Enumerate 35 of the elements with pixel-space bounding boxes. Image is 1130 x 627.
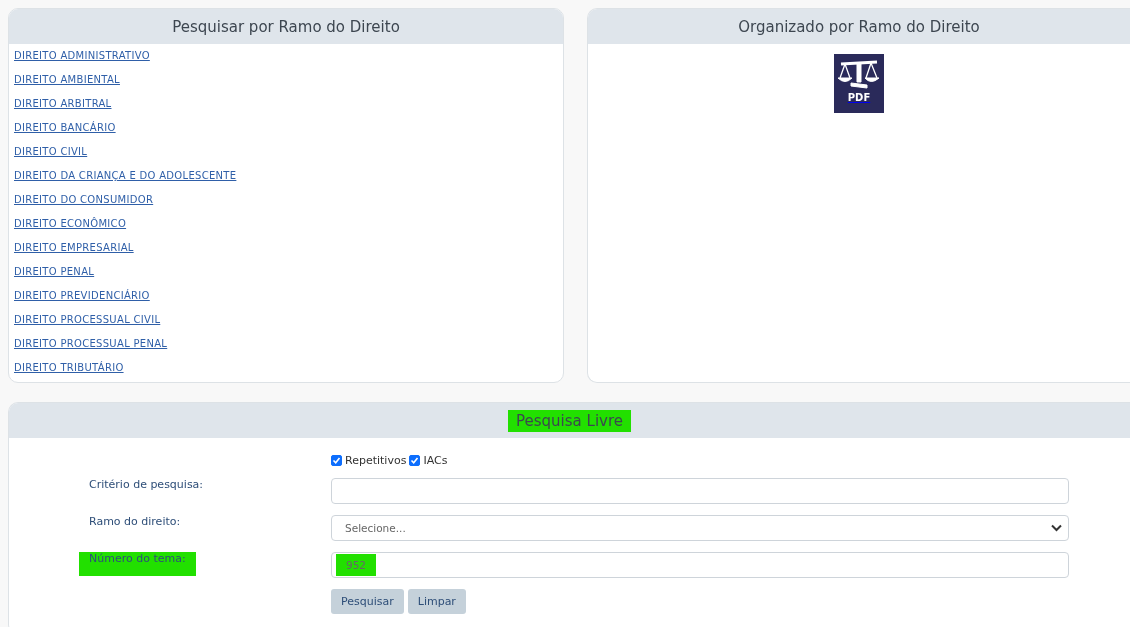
field-label: Número do tema:: [79, 552, 196, 576]
pdf-download-link[interactable]: PDF: [834, 54, 884, 113]
field-label: Critério de pesquisa:: [88, 478, 205, 493]
scales-icon: [837, 58, 881, 90]
chevron-down-icon: [1051, 524, 1062, 532]
branch-link[interactable]: DIREITO PROCESSUAL CIVIL: [14, 312, 161, 336]
pdf-label: PDF: [847, 92, 871, 103]
branch-link[interactable]: DIREITO ARBITRAL: [14, 96, 112, 120]
checkbox[interactable]: [409, 454, 421, 466]
form-button[interactable]: Pesquisar: [331, 589, 404, 614]
branch-link[interactable]: DIREITO DO CONSUMIDOR: [14, 192, 154, 216]
field-label: Ramo do direito:: [88, 515, 182, 530]
branch-link[interactable]: DIREITO CIVIL: [14, 144, 88, 168]
field-value: Selecione...: [345, 522, 406, 534]
branch-link[interactable]: DIREITO BANCÁRIO: [14, 120, 116, 144]
branch-link[interactable]: DIREITO DA CRIANÇA E DO ADOLESCENTE: [14, 168, 237, 192]
input-field[interactable]: 952: [331, 552, 1069, 578]
branch-link[interactable]: DIREITO EMPRESARIAL: [14, 240, 134, 264]
panel-title: Pesquisa Livre: [508, 409, 631, 432]
select-field[interactable]: Selecione...: [331, 515, 1069, 541]
branch-link[interactable]: DIREITO PENAL: [14, 264, 95, 288]
branch-link[interactable]: DIREITO PROCESSUAL PENAL: [14, 336, 168, 360]
panel-title: Pesquisar por Ramo do Direito: [171, 16, 401, 38]
panel-title: Organizado por Ramo do Direito: [737, 16, 981, 38]
form-button[interactable]: Limpar: [407, 589, 466, 614]
branch-link[interactable]: DIREITO ECONÔMICO: [14, 216, 127, 240]
checkbox-label: Repetitivos: [345, 453, 407, 467]
checkbox[interactable]: [331, 454, 342, 466]
branch-link[interactable]: DIREITO AMBIENTAL: [14, 72, 120, 96]
input-field[interactable]: [331, 478, 1069, 504]
branch-link[interactable]: DIREITO ADMINISTRATIVO: [14, 48, 150, 72]
branch-link[interactable]: DIREITO TRIBUTÁRIO: [14, 360, 124, 378]
field-value: 952: [336, 554, 377, 576]
branch-link[interactable]: DIREITO PREVIDENCIÁRIO: [14, 288, 150, 312]
checkbox-label: IACs: [423, 453, 448, 467]
